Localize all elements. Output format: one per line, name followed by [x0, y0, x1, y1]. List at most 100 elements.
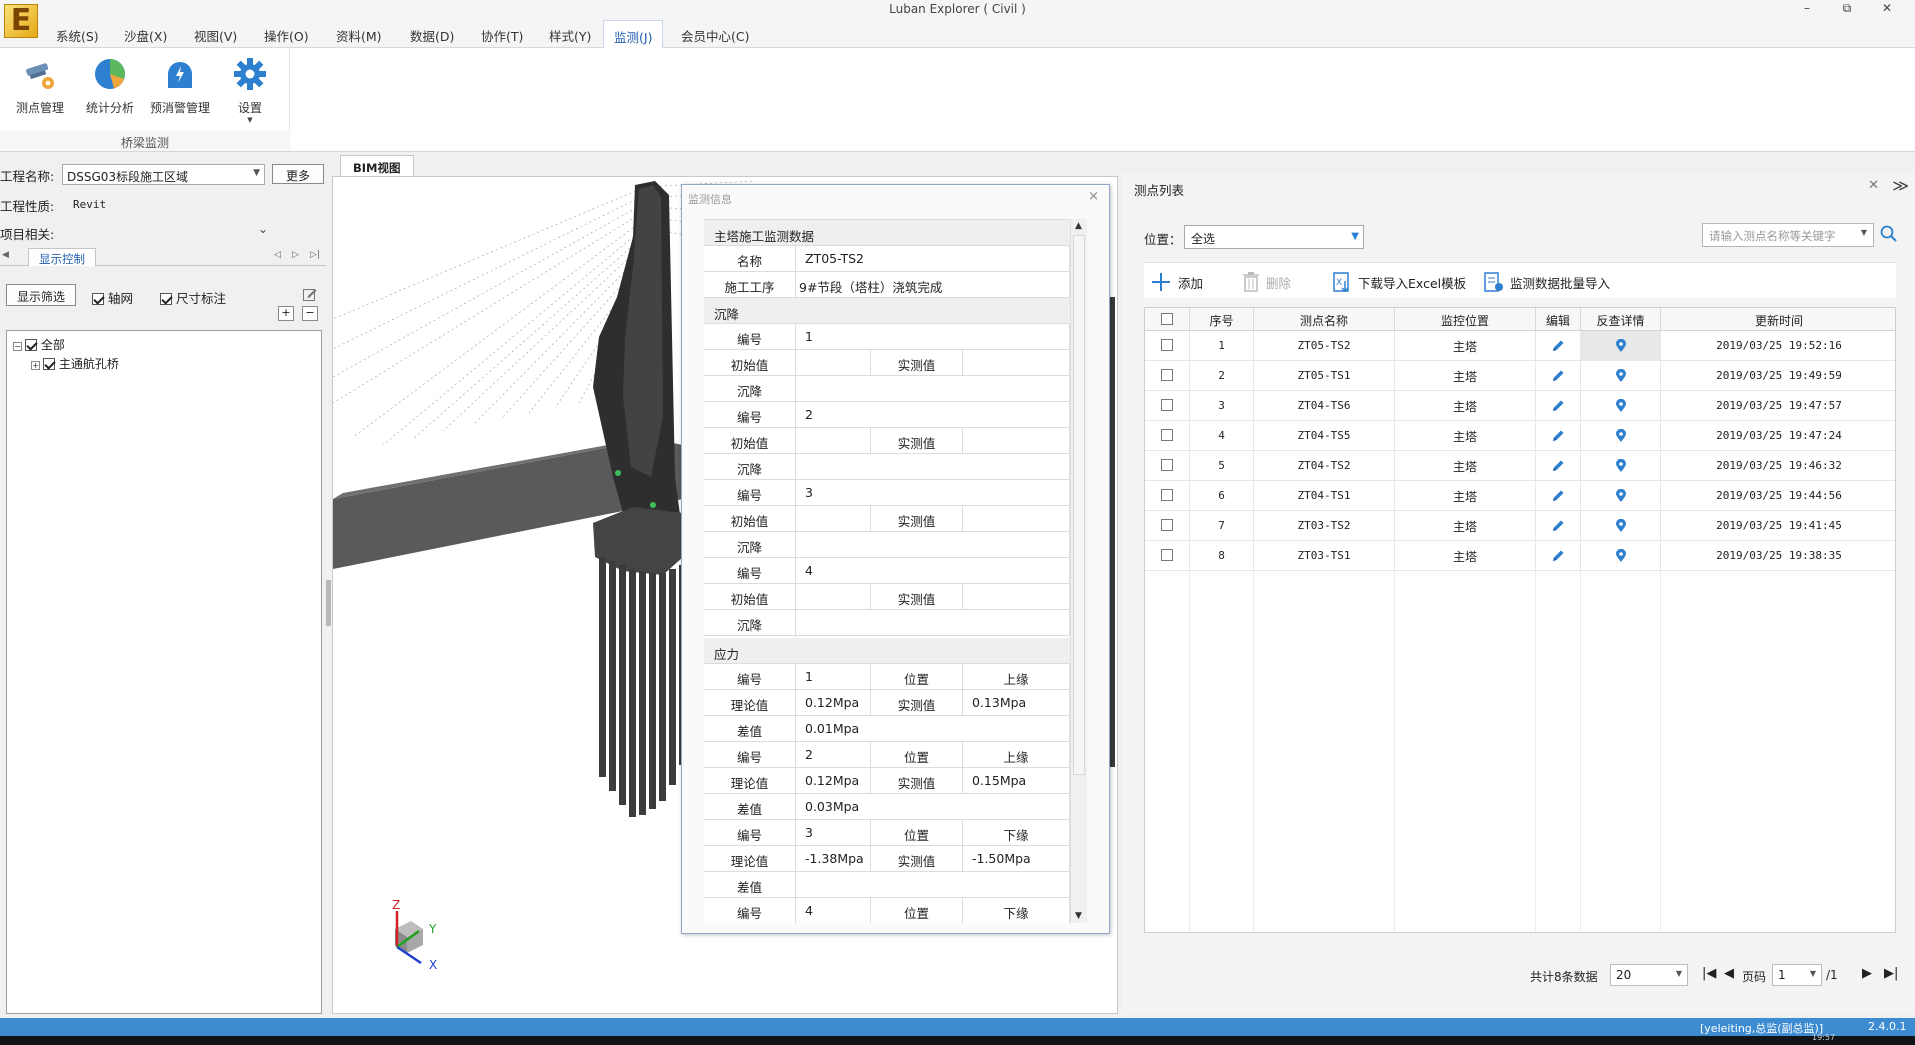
app-logo[interactable]: E	[4, 4, 38, 38]
table-row[interactable]: 7 ZT03-TS2 主塔 2019/03/25 19:41:45	[1145, 511, 1895, 541]
table-row[interactable]: 3 ZT04-TS6 主塔 2019/03/25 19:47:57	[1145, 391, 1895, 421]
row-checkbox[interactable]	[1145, 331, 1190, 361]
edit-button[interactable]	[1536, 481, 1581, 511]
batch-import-button[interactable]: 监测数据批量导入	[1482, 271, 1610, 293]
tab-next-icon[interactable]: ▷	[292, 250, 299, 260]
project-name-select[interactable]: DSSG03标段施工区域 ▼	[62, 164, 265, 185]
monitor-point-marker[interactable]	[650, 502, 656, 508]
column-header-detail[interactable]: 反查详情	[1581, 308, 1661, 331]
column-header-location[interactable]: 监控位置	[1395, 308, 1536, 331]
tree-node-all[interactable]: − 全部	[13, 336, 65, 353]
tree-collapse-icon[interactable]: −	[13, 342, 22, 351]
menu-member-center[interactable]: 会员中心(C)	[681, 26, 749, 45]
page-size-select[interactable]: 20 ▼	[1610, 964, 1688, 986]
row-checkbox[interactable]	[1145, 481, 1190, 511]
locate-detail-button[interactable]	[1581, 391, 1661, 421]
select-all-checkbox[interactable]	[1145, 308, 1190, 331]
position-select[interactable]: 全选 ▼	[1184, 225, 1364, 249]
tab-bim-view[interactable]: BIM视图	[340, 155, 414, 177]
tree-node-main-bridge[interactable]: + 主通航孔桥	[31, 355, 119, 372]
tab-last-icon[interactable]: ▷|	[310, 250, 320, 260]
edit-button[interactable]	[1536, 331, 1581, 361]
settings-button[interactable]: 设置 ▼	[218, 56, 282, 124]
checkbox-icon[interactable]	[43, 358, 55, 370]
table-row[interactable]: 6 ZT04-TS1 主塔 2019/03/25 19:44:56	[1145, 481, 1895, 511]
row-checkbox[interactable]	[1145, 511, 1190, 541]
expand-all-button[interactable]: +	[278, 306, 294, 321]
last-page-icon[interactable]: ▶|	[1884, 966, 1898, 981]
menu-style[interactable]: 样式(Y)	[549, 26, 591, 45]
axis-grid-checkbox[interactable]: 轴网	[92, 288, 133, 307]
dialog-close-icon[interactable]: ×	[1088, 189, 1099, 204]
table-row[interactable]: 1 ZT05-TS2 主塔 2019/03/25 19:52:16	[1145, 331, 1895, 361]
locate-detail-button[interactable]	[1581, 541, 1661, 571]
row-checkbox[interactable]	[1145, 541, 1190, 571]
column-header-name[interactable]: 测点名称	[1254, 308, 1395, 331]
edit-button[interactable]	[1536, 421, 1581, 451]
more-button[interactable]: 更多	[272, 164, 324, 184]
first-page-icon[interactable]: |◀	[1702, 966, 1716, 981]
row-checkbox[interactable]	[1145, 421, 1190, 451]
edit-button[interactable]	[1536, 511, 1581, 541]
scroll-down-icon[interactable]: ▼	[1075, 911, 1082, 921]
row-checkbox[interactable]	[1145, 361, 1190, 391]
search-icon[interactable]	[1879, 224, 1899, 244]
column-header-updated[interactable]: 更新时间	[1661, 308, 1895, 331]
collapse-panel-icon[interactable]: ≫	[1892, 176, 1909, 195]
delete-button[interactable]: 删除	[1242, 271, 1291, 293]
tab-display-control[interactable]: 显示控制	[28, 248, 96, 266]
prev-page-icon[interactable]: ◀	[1724, 966, 1734, 981]
display-filter-button[interactable]: 显示筛选	[6, 284, 76, 306]
restore-button[interactable]: ⧉	[1827, 1, 1867, 16]
statistics-button[interactable]: 统计分析	[78, 56, 142, 116]
scroll-thumb[interactable]	[1073, 235, 1085, 775]
row-checkbox[interactable]	[1145, 391, 1190, 421]
menu-material[interactable]: 资料(M)	[336, 26, 382, 45]
edit-icon[interactable]	[302, 286, 318, 302]
tab-scroll-left-icon[interactable]: ◀	[2, 250, 9, 260]
locate-detail-button[interactable]	[1581, 481, 1661, 511]
collapse-all-button[interactable]: −	[302, 306, 318, 321]
locate-detail-button[interactable]	[1581, 511, 1661, 541]
tab-prev-icon[interactable]: ◁	[274, 250, 281, 260]
menu-sandbox[interactable]: 沙盘(X)	[124, 26, 167, 45]
download-template-button[interactable]: X 下载导入Excel模板	[1330, 271, 1466, 293]
panel-splitter[interactable]	[326, 580, 331, 626]
menu-monitor[interactable]: 监测(J)	[603, 20, 664, 49]
menu-collaborate[interactable]: 协作(T)	[481, 26, 523, 45]
table-row[interactable]: 5 ZT04-TS2 主塔 2019/03/25 19:46:32	[1145, 451, 1895, 481]
menu-view[interactable]: 视图(V)	[194, 26, 237, 45]
menu-system[interactable]: 系统(S)	[56, 26, 99, 45]
edit-button[interactable]	[1536, 391, 1581, 421]
close-button[interactable]: ✕	[1867, 1, 1907, 16]
checkbox-icon[interactable]	[25, 339, 37, 351]
dialog-scrollbar[interactable]: ▲ ▼	[1070, 219, 1087, 923]
table-row[interactable]: 4 ZT04-TS5 主塔 2019/03/25 19:47:24	[1145, 421, 1895, 451]
table-row[interactable]: 2 ZT05-TS1 主塔 2019/03/25 19:49:59	[1145, 361, 1895, 391]
page-number-select[interactable]: 1 ▼	[1772, 964, 1822, 986]
monitor-point-marker[interactable]	[615, 470, 621, 476]
minimize-button[interactable]: –	[1787, 1, 1827, 16]
tree-expand-icon[interactable]: +	[31, 361, 40, 370]
table-row[interactable]: 8 ZT03-TS1 主塔 2019/03/25 19:38:35	[1145, 541, 1895, 571]
point-manage-button[interactable]: 测点管理	[8, 56, 72, 116]
column-header-no[interactable]: 序号	[1190, 308, 1254, 331]
locate-detail-button[interactable]	[1581, 331, 1661, 361]
dimension-checkbox[interactable]: 尺寸标注	[160, 288, 226, 307]
menu-operate[interactable]: 操作(O)	[264, 26, 309, 45]
add-button[interactable]: 添加	[1150, 271, 1203, 293]
row-checkbox[interactable]	[1145, 451, 1190, 481]
warning-manage-button[interactable]: 预消警管理	[148, 56, 212, 116]
column-header-edit[interactable]: 编辑	[1536, 308, 1581, 331]
point-search-input[interactable]: 请输入测点名称等关键字 ▼	[1702, 223, 1874, 247]
edit-button[interactable]	[1536, 361, 1581, 391]
scroll-up-icon[interactable]: ▲	[1075, 221, 1082, 231]
locate-detail-button[interactable]	[1581, 421, 1661, 451]
double-chevron-down-icon[interactable]: ⌄	[258, 222, 268, 236]
edit-button[interactable]	[1536, 541, 1581, 571]
close-icon[interactable]: ✕	[1868, 178, 1879, 193]
locate-detail-button[interactable]	[1581, 451, 1661, 481]
menu-data[interactable]: 数据(D)	[410, 26, 454, 45]
settings-dropdown-icon[interactable]: ▼	[218, 116, 282, 124]
next-page-icon[interactable]: ▶	[1862, 966, 1872, 981]
